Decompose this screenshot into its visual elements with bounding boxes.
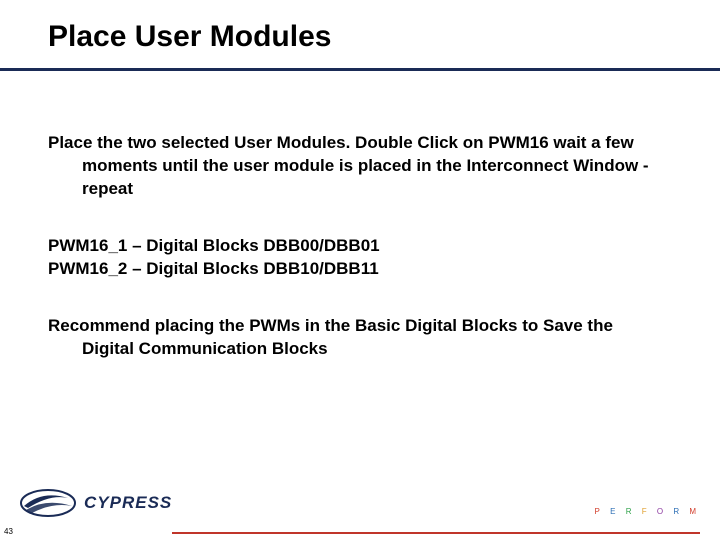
body-paragraph: Recommend placing the PWMs in the Basic …	[48, 315, 668, 361]
body-content: Place the two selected User Modules. Dou…	[48, 132, 668, 395]
page-title: Place User Modules	[48, 20, 331, 54]
cypress-swoosh-icon	[20, 488, 76, 518]
body-paragraph: PWM16_2 – Digital Blocks DBB10/DBB11	[48, 258, 668, 281]
perform-letter: O	[657, 507, 667, 516]
slide-number: 43	[4, 527, 13, 536]
perform-tagline: P E R F O R M	[595, 507, 700, 516]
perform-letter: P	[595, 507, 604, 516]
perform-letter: R	[673, 507, 683, 516]
body-text: PWM16_1 – Digital Blocks DBB00/DBB01	[48, 235, 668, 258]
perform-letter: E	[610, 507, 619, 516]
perform-letter: F	[642, 507, 651, 516]
body-text: Recommend placing the PWMs in the Basic …	[48, 315, 668, 361]
perform-letter: M	[689, 507, 700, 516]
brand-name: CYPRESS	[84, 493, 172, 513]
slide: Place User Modules Place the two selecte…	[0, 0, 720, 540]
perform-letter: R	[626, 507, 636, 516]
body-paragraph: Place the two selected User Modules. Dou…	[48, 132, 668, 201]
title-rule	[0, 68, 720, 71]
brand-logo: CYPRESS	[20, 488, 172, 518]
body-paragraph: PWM16_1 – Digital Blocks DBB00/DBB01	[48, 235, 668, 258]
body-text: PWM16_2 – Digital Blocks DBB10/DBB11	[48, 258, 668, 281]
footer-rule	[172, 532, 700, 534]
body-text: Place the two selected User Modules. Dou…	[48, 132, 668, 201]
